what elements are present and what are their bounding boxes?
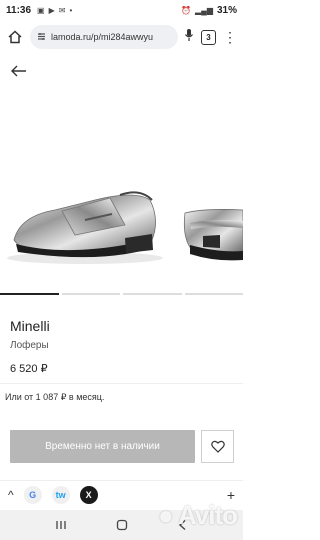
product-brand[interactable]: Minelli bbox=[10, 318, 50, 334]
tab-twitter[interactable]: tw bbox=[51, 485, 70, 504]
favorite-button[interactable] bbox=[201, 430, 234, 463]
browser-bar: lamoda.ru/p/mi284awwyu 3 ⋮ bbox=[0, 22, 243, 52]
home-nav-icon[interactable] bbox=[115, 518, 129, 532]
message-icon: ✉ bbox=[58, 5, 66, 15]
url-field[interactable]: lamoda.ru/p/mi284awwyu bbox=[30, 25, 178, 49]
back-arrow-icon[interactable] bbox=[10, 62, 28, 80]
product-image[interactable] bbox=[0, 88, 243, 293]
product-price: 6 520 ₽ bbox=[10, 363, 48, 375]
battery-level: 31% bbox=[216, 4, 237, 16]
alarm-icon: ⏰ bbox=[181, 5, 191, 15]
carousel-segment[interactable] bbox=[61, 293, 120, 295]
microphone-icon[interactable] bbox=[184, 28, 194, 47]
system-icons: ⏰ ▂▄▆ 31% bbox=[181, 5, 237, 16]
home-icon[interactable] bbox=[6, 28, 24, 46]
signal-icon: ▂▄▆ bbox=[195, 5, 213, 15]
loafer-illustration bbox=[7, 191, 243, 264]
chevron-up-icon[interactable]: ^ bbox=[8, 488, 14, 502]
heart-icon bbox=[210, 440, 225, 453]
tab-switcher-button[interactable]: 3 bbox=[201, 29, 216, 45]
unavailable-button[interactable]: Временно нет в наличии bbox=[10, 430, 195, 463]
gallery-icon: ▣ bbox=[37, 5, 45, 15]
url-text: lamoda.ru/p/mi284awwyu bbox=[51, 32, 154, 42]
carousel-segment[interactable] bbox=[123, 293, 182, 295]
avito-watermark: ● Avito bbox=[158, 500, 238, 530]
installment-info: Или от 1 087 ₽ в месяц. bbox=[5, 392, 105, 402]
dot-icon: • bbox=[69, 5, 73, 15]
browser-actions: 3 ⋮ bbox=[184, 28, 237, 47]
product-category: Лоферы bbox=[10, 340, 49, 351]
page: 11:36 ▣ ▶ ✉ • ⏰ ▂▄▆ 31% lamoda.ru/p/mi28… bbox=[0, 0, 243, 540]
site-info-icon[interactable] bbox=[37, 28, 46, 46]
carousel-segment[interactable] bbox=[0, 293, 59, 295]
status-bar: 11:36 ▣ ▶ ✉ • ⏰ ▂▄▆ 31% bbox=[0, 0, 243, 20]
youtube-icon: ▶ bbox=[48, 5, 55, 15]
tab-x[interactable]: X bbox=[79, 485, 98, 504]
image-carousel-indicator bbox=[0, 293, 243, 296]
tab-google[interactable]: G bbox=[23, 485, 42, 504]
notification-icons: ▣ ▶ ✉ • bbox=[37, 6, 72, 15]
more-menu-icon[interactable]: ⋮ bbox=[223, 30, 237, 44]
carousel-segment[interactable] bbox=[184, 293, 243, 295]
recent-apps-icon[interactable] bbox=[54, 518, 68, 532]
divider bbox=[0, 383, 243, 384]
status-time: 11:36 bbox=[6, 4, 32, 16]
